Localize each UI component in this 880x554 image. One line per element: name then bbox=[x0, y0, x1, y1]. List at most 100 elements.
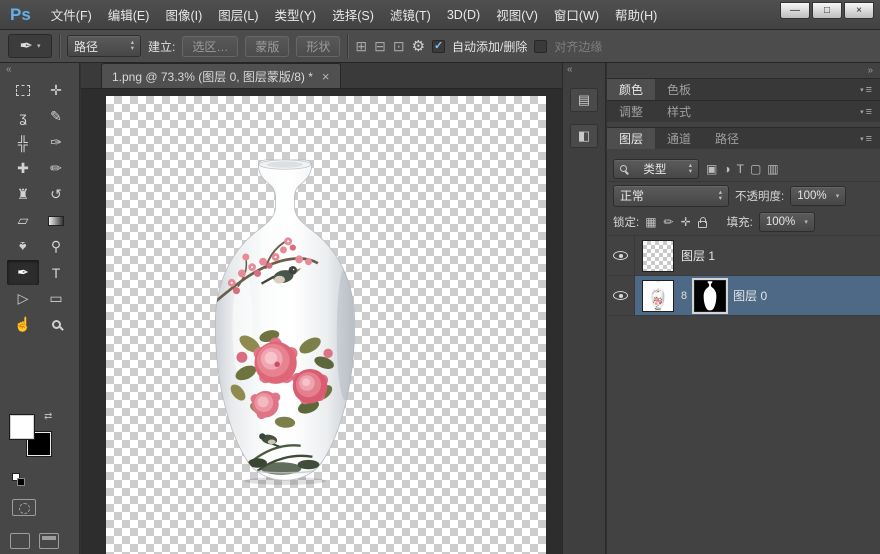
tool-zoom[interactable] bbox=[40, 312, 72, 337]
tool-crop[interactable]: ╬ bbox=[7, 130, 39, 155]
tab-adjustments[interactable]: 调整 bbox=[607, 101, 655, 122]
path-arrangement-icon[interactable]: ⊡ bbox=[393, 38, 405, 55]
layer-name[interactable]: 图层 0 bbox=[733, 287, 767, 304]
pen-mode-dropdown[interactable]: 路径 ▴▾ bbox=[67, 35, 141, 57]
tool-dodge[interactable]: ⚲ bbox=[40, 234, 72, 259]
auto-add-delete-checkbox[interactable]: ✓ bbox=[432, 40, 445, 53]
tools-collapse-chevron-icon[interactable]: « bbox=[0, 63, 79, 76]
tab-styles[interactable]: 样式 bbox=[655, 101, 703, 122]
layer-filter-kind-dropdown[interactable]: 类型 ▴▾ bbox=[613, 159, 699, 179]
maximize-button[interactable]: □ bbox=[812, 2, 842, 19]
menu-window[interactable]: 窗口(W) bbox=[546, 0, 607, 29]
tool-hand[interactable]: ☝ bbox=[7, 312, 39, 337]
tool-lasso[interactable]: ʓ bbox=[7, 104, 39, 129]
history-brush-icon: ↺ bbox=[50, 186, 62, 203]
check-icon: ✓ bbox=[434, 41, 443, 52]
fill-field[interactable]: 100% ▾ bbox=[759, 212, 815, 232]
lock-position-icon[interactable]: ✛ bbox=[681, 215, 691, 229]
eyedropper-icon: ✑ bbox=[50, 134, 62, 151]
minimize-button[interactable]: — bbox=[780, 2, 810, 19]
tool-eraser[interactable]: ▱ bbox=[7, 208, 39, 233]
menu-select[interactable]: 选择(S) bbox=[324, 0, 382, 29]
tool-eyedropper[interactable]: ✑ bbox=[40, 130, 72, 155]
layer-thumbnail-image[interactable] bbox=[642, 280, 674, 312]
close-button[interactable]: × bbox=[844, 2, 874, 19]
filter-shape-layers-icon[interactable]: ▢ bbox=[750, 162, 761, 176]
lock-transparency-icon[interactable]: ▦ bbox=[645, 215, 656, 229]
tab-layers[interactable]: 图层 bbox=[607, 128, 655, 149]
layer-thumbnail-transparent[interactable] bbox=[642, 240, 674, 272]
tool-healing-brush[interactable]: ✚ bbox=[7, 156, 39, 181]
eye-icon[interactable] bbox=[613, 291, 628, 300]
tool-blur[interactable]: ♠ bbox=[7, 234, 39, 259]
panel-menu-icon[interactable]: ▾≡ bbox=[860, 79, 880, 100]
visibility-cell[interactable] bbox=[607, 276, 635, 315]
tool-shape[interactable]: ▭ bbox=[40, 286, 72, 311]
menu-edit[interactable]: 编辑(E) bbox=[100, 0, 158, 29]
layer-mask-link-icon[interactable]: 8 bbox=[681, 290, 687, 302]
tool-preset-picker[interactable]: ✒ ▾ bbox=[8, 34, 52, 58]
tab-paths[interactable]: 路径 bbox=[703, 128, 751, 149]
filter-smart-object-icon[interactable]: ▥ bbox=[767, 162, 778, 176]
layer-row-1[interactable]: 图层 1 bbox=[607, 236, 880, 276]
tab-swatches[interactable]: 色板 bbox=[655, 79, 703, 100]
tab-color[interactable]: 颜色 bbox=[607, 79, 655, 100]
lock-pixels-icon[interactable]: ✏ bbox=[664, 215, 674, 229]
menu-layer[interactable]: 图层(L) bbox=[210, 0, 266, 29]
separator bbox=[347, 34, 348, 58]
menu-help[interactable]: 帮助(H) bbox=[607, 0, 665, 29]
dock-expand-chevron-icon[interactable]: « bbox=[563, 63, 605, 76]
tool-history-brush[interactable]: ↺ bbox=[40, 182, 72, 207]
foreground-color-swatch[interactable] bbox=[10, 415, 34, 439]
tool-path-selection[interactable]: ▷ bbox=[7, 286, 39, 311]
menu-view[interactable]: 视图(V) bbox=[488, 0, 546, 29]
canvas[interactable] bbox=[106, 96, 546, 554]
layer-row-0[interactable]: 8 图层 0 bbox=[607, 276, 880, 316]
panel-menu-icon[interactable]: ▾≡ bbox=[860, 101, 880, 122]
menu-file[interactable]: 文件(F) bbox=[43, 0, 100, 29]
eye-icon[interactable] bbox=[613, 251, 628, 260]
swap-colors-icon[interactable]: ⇄ bbox=[44, 411, 52, 422]
gear-icon[interactable]: ⚙ bbox=[412, 37, 425, 55]
tool-pen[interactable]: ✒ bbox=[7, 260, 39, 285]
tool-rectangular-marquee[interactable] bbox=[7, 78, 39, 103]
layer-mask-thumbnail[interactable] bbox=[694, 280, 726, 312]
menu-filter[interactable]: 滤镜(T) bbox=[382, 0, 439, 29]
collapsed-panel-dock: « ▤ ◧ bbox=[562, 63, 606, 554]
tab-channels[interactable]: 通道 bbox=[655, 128, 703, 149]
layer-name[interactable]: 图层 1 bbox=[681, 247, 715, 264]
screen-mode-standard-button[interactable] bbox=[10, 533, 30, 549]
filter-type-layers-icon[interactable]: T bbox=[737, 162, 744, 176]
history-panel-icon[interactable]: ▤ bbox=[570, 88, 598, 112]
align-edges-checkbox[interactable] bbox=[534, 40, 547, 53]
tool-type[interactable]: T bbox=[40, 260, 72, 285]
menu-3d[interactable]: 3D(D) bbox=[439, 0, 488, 29]
path-alignment-icon[interactable]: ⊟ bbox=[374, 38, 386, 55]
filter-adjustment-layers-icon[interactable]: ◑ bbox=[723, 162, 730, 176]
panel-menu-icon[interactable]: ▾≡ bbox=[860, 128, 880, 149]
menu-type[interactable]: 类型(Y) bbox=[267, 0, 325, 29]
make-selection-button[interactable]: 选区… bbox=[182, 36, 238, 57]
blend-mode-dropdown[interactable]: 正常 ▴▾ bbox=[613, 185, 729, 207]
filter-pixel-layers-icon[interactable]: ▣ bbox=[706, 162, 717, 176]
quick-mask-button[interactable] bbox=[12, 499, 36, 516]
right-panel-dock: » 颜色 色板 ▾≡ 调整 样式 ▾≡ 图层 通道 路径 ▾≡ bbox=[607, 63, 880, 554]
tool-clone-stamp[interactable]: ♜ bbox=[7, 182, 39, 207]
lock-all-icon[interactable] bbox=[698, 221, 707, 228]
path-operations-icon[interactable]: ⊞ bbox=[355, 38, 367, 55]
default-colors-icon[interactable] bbox=[12, 473, 28, 487]
opacity-field[interactable]: 100% ▾ bbox=[790, 186, 846, 206]
dock-collapse-chevron-icon[interactable]: » bbox=[607, 63, 880, 78]
make-mask-button[interactable]: 蒙版 bbox=[245, 36, 289, 57]
properties-panel-icon[interactable]: ◧ bbox=[570, 124, 598, 148]
screen-mode-full-button[interactable] bbox=[39, 533, 59, 549]
visibility-cell[interactable] bbox=[607, 236, 635, 275]
make-shape-button[interactable]: 形状 bbox=[296, 36, 340, 57]
menu-image[interactable]: 图像(I) bbox=[157, 0, 210, 29]
tab-close-icon[interactable]: × bbox=[322, 69, 330, 84]
tool-brush[interactable]: ✏ bbox=[40, 156, 72, 181]
tool-move[interactable]: ✛ bbox=[40, 78, 72, 103]
document-tab[interactable]: 1.png @ 73.3% (图层 0, 图层蒙版/8) * × bbox=[101, 63, 341, 88]
tool-quick-selection[interactable]: ✎ bbox=[40, 104, 72, 129]
tool-gradient[interactable] bbox=[40, 208, 72, 233]
